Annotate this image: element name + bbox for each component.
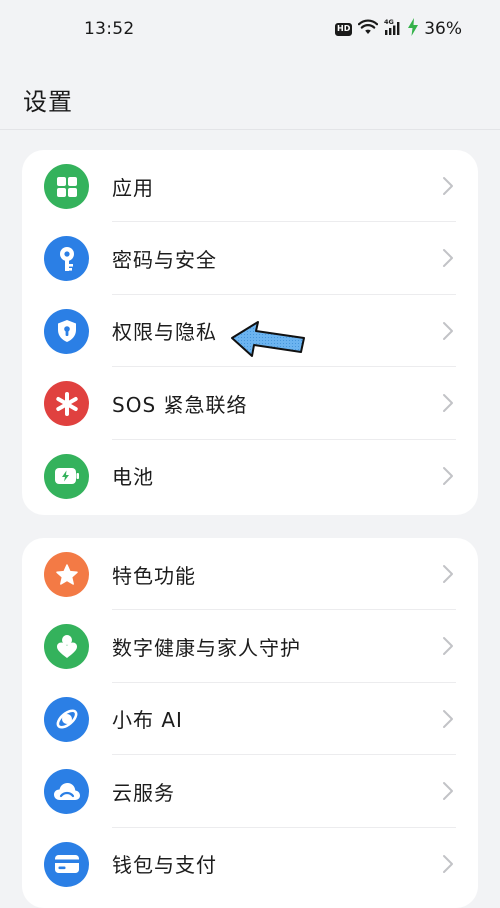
chevron-right-icon bbox=[442, 636, 454, 660]
chevron-right-icon bbox=[442, 248, 454, 272]
settings-item-features[interactable]: 特色功能 bbox=[22, 538, 478, 611]
cloud-icon bbox=[44, 769, 89, 815]
settings-item-assistant-ai[interactable]: 小布 AI bbox=[22, 683, 478, 756]
page-title: 设置 bbox=[23, 88, 73, 116]
chevron-right-icon bbox=[442, 321, 454, 345]
chevron-right-icon bbox=[442, 176, 454, 200]
battery-percent: 36% bbox=[424, 19, 462, 39]
settings-item-label: 数字健康与家人守护 bbox=[112, 635, 301, 660]
settings-group-2: 特色功能 数字健康与家人守护 小布 AI 云服务 钱包与支付 bbox=[22, 538, 478, 908]
apps-grid-icon bbox=[44, 164, 89, 209]
settings-item-digital-wellbeing[interactable]: 数字健康与家人守护 bbox=[22, 610, 478, 683]
settings-item-password-security[interactable]: 密码与安全 bbox=[22, 222, 478, 295]
wifi-icon bbox=[358, 19, 379, 39]
asterisk-icon bbox=[44, 381, 89, 427]
signal-4g-icon: 4G bbox=[384, 18, 402, 40]
chevron-right-icon bbox=[442, 466, 454, 490]
settings-item-label: 云服务 bbox=[112, 780, 175, 805]
chevron-right-icon bbox=[442, 393, 454, 417]
settings-item-label: 电池 bbox=[112, 465, 154, 490]
settings-item-label: 特色功能 bbox=[112, 563, 196, 588]
key-icon bbox=[44, 236, 89, 282]
hd-badge: HD bbox=[335, 22, 353, 36]
battery-icon bbox=[44, 453, 89, 499]
settings-item-label: 权限与隐私 bbox=[112, 320, 217, 345]
status-indicators: HD 4G 36% bbox=[335, 18, 462, 40]
chevron-right-icon bbox=[442, 854, 454, 878]
status-time: 13:52 bbox=[84, 19, 135, 39]
wallet-card-icon bbox=[44, 841, 89, 887]
chevron-right-icon bbox=[442, 781, 454, 805]
shield-lock-icon bbox=[44, 308, 89, 354]
network-label: 4G bbox=[384, 18, 394, 26]
settings-item-sos[interactable]: SOS 紧急联络 bbox=[22, 367, 478, 440]
family-heart-icon bbox=[44, 624, 89, 670]
settings-item-label: 密码与安全 bbox=[112, 247, 217, 272]
page-header: 设置 bbox=[0, 56, 500, 130]
settings-item-label: 钱包与支付 bbox=[112, 853, 217, 878]
settings-item-label: 小布 AI bbox=[112, 708, 183, 733]
settings-item-wallet[interactable]: 钱包与支付 bbox=[22, 828, 478, 900]
settings-item-cloud[interactable]: 云服务 bbox=[22, 755, 478, 828]
chevron-right-icon bbox=[442, 709, 454, 733]
charging-icon bbox=[408, 18, 419, 40]
status-bar: 13:52 HD 4G 36% bbox=[0, 0, 500, 56]
settings-item-label: SOS 紧急联络 bbox=[112, 392, 248, 417]
settings-item-apps[interactable]: 应用 bbox=[22, 150, 478, 223]
pointer-arrow-icon bbox=[228, 318, 308, 366]
chevron-right-icon bbox=[442, 564, 454, 588]
settings-item-battery[interactable]: 电池 bbox=[22, 440, 478, 512]
assistant-icon bbox=[44, 696, 89, 742]
star-icon bbox=[44, 552, 89, 597]
settings-item-label: 应用 bbox=[112, 175, 154, 200]
